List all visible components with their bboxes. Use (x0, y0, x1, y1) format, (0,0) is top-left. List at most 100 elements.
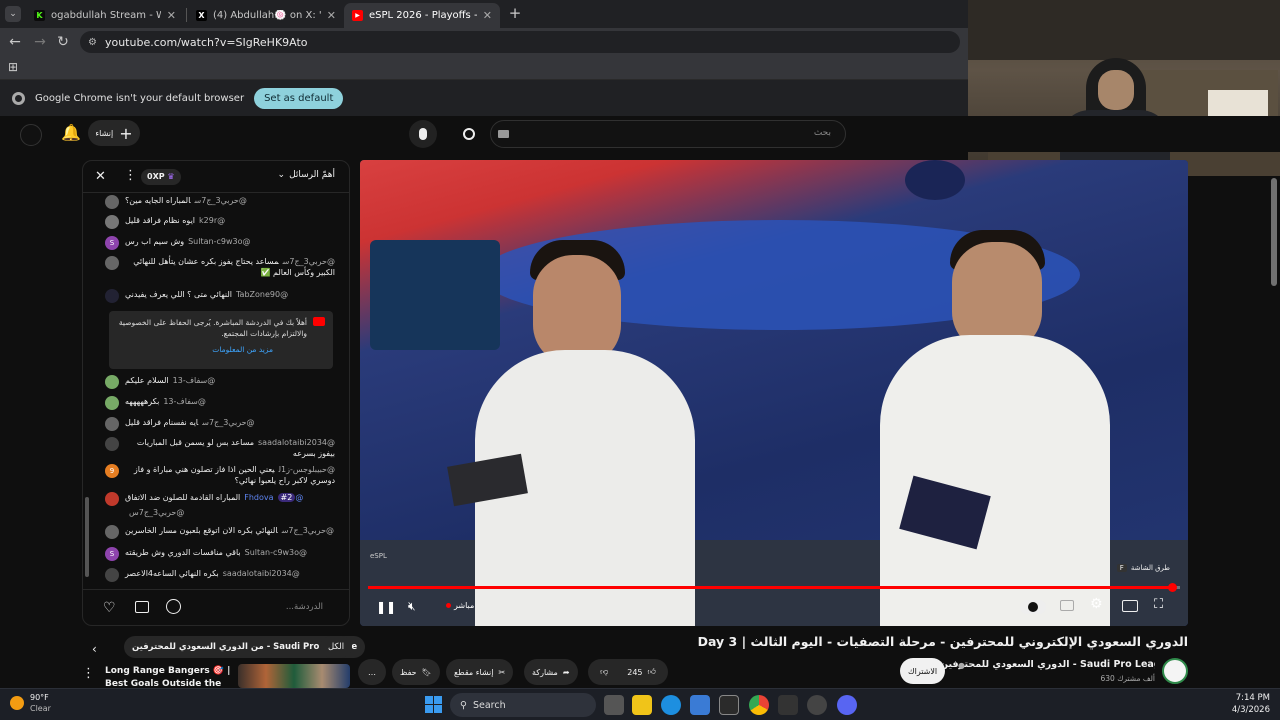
related-video-thumbnail[interactable] (238, 664, 350, 688)
chat-author[interactable]: @سفاف-13 (173, 376, 216, 385)
obs-icon[interactable] (807, 695, 827, 715)
pause-icon[interactable]: ❚❚ (376, 600, 396, 614)
theater-mode-icon[interactable] (1122, 600, 1138, 612)
subtitles-icon[interactable] (1060, 600, 1074, 611)
browser-tab-kick[interactable]: K ogabdullah Stream - Watch Live ✕ (26, 3, 184, 28)
avatar[interactable] (105, 195, 119, 209)
task-view-icon[interactable] (604, 695, 624, 715)
reload-icon[interactable]: ↻ (53, 32, 73, 52)
close-chat-icon[interactable]: ✕ (95, 169, 106, 184)
avatar[interactable] (105, 396, 119, 410)
create-button[interactable]: إنشاء + (88, 120, 140, 146)
browser-tab-x[interactable]: X (4) Abdullah🍥 on X: "E+ الساعه ✕ (188, 3, 344, 28)
close-tab-icon[interactable]: ✕ (327, 9, 336, 22)
xbox-icon[interactable] (778, 695, 798, 715)
chat-mode-dropdown[interactable]: ⌄ أهمّ الرسائل (278, 170, 335, 180)
browser-tab-youtube[interactable]: ▶ eSPL 2026 - Playoffs - Day 3 | ✕ (344, 3, 500, 28)
avatar[interactable] (105, 289, 119, 303)
channel-name[interactable]: الدوري السعودي للمحترفين - Saudi Pro Lea… (940, 659, 1155, 670)
chat-author[interactable]: @حربي3_ج7س (202, 418, 254, 427)
account-avatar[interactable] (20, 124, 42, 146)
weather-widget[interactable]: 90°F Clear (10, 692, 51, 714)
video-player[interactable]: eSPL طرق الشاشة F ❚❚ 🔇︎ مباشر ⚙ ⛶ (360, 160, 1188, 626)
learn-more-link[interactable]: مزيد من المعلومات (117, 344, 325, 355)
close-tab-icon[interactable]: ✕ (167, 9, 176, 22)
related-video-more-icon[interactable]: ⋮ (82, 666, 95, 681)
avatar[interactable] (105, 375, 119, 389)
chat-author[interactable]: @حربي3_ج7س (129, 508, 184, 517)
avatar[interactable] (105, 256, 119, 270)
chat-author[interactable]: @Sultan-c9w3o (245, 548, 307, 557)
page-scrollbar[interactable] (1270, 176, 1278, 688)
chat-author[interactable]: @سفاف-13 (163, 397, 206, 406)
more-actions-button[interactable]: … (358, 659, 386, 685)
chat-author[interactable]: @Fhdova (244, 493, 303, 502)
avatar[interactable] (105, 507, 119, 521)
avatar[interactable] (105, 525, 119, 539)
windows-start-icon[interactable] (425, 696, 442, 713)
related-video-title[interactable]: Long Range Bangers 🎯 | Best Goals Outsid… (105, 665, 235, 689)
new-tab-button[interactable]: + (506, 4, 524, 22)
share-button[interactable]: مشاركة ➦ (524, 659, 578, 685)
save-button[interactable]: حفظ 🔖︎ (392, 659, 440, 685)
chat-message-input[interactable]: الدردشة... (286, 602, 323, 612)
chat-author[interactable]: @حربي3_ج7س (282, 526, 334, 535)
mute-icon[interactable]: 🔇︎ (408, 599, 416, 614)
chips-prev-icon[interactable]: ‹ (92, 642, 97, 656)
chrome-icon[interactable] (749, 695, 769, 715)
dislike-icon[interactable]: 👎︎ (600, 667, 608, 677)
clip-button[interactable]: إنشاء مقطع ✂ (446, 659, 514, 685)
search-icon[interactable] (455, 120, 483, 148)
channel-avatar[interactable] (1162, 658, 1188, 684)
settings-gear-icon[interactable]: ⚙ (1090, 596, 1103, 612)
emoji-icon[interactable] (166, 599, 181, 614)
set-as-default-button[interactable]: Set as default (254, 87, 344, 109)
chat-author[interactable]: @Sultan-c9w3o (188, 237, 250, 246)
avatar[interactable]: 9 (105, 464, 119, 478)
progress-bar[interactable] (368, 583, 1180, 592)
avatar[interactable] (105, 215, 119, 229)
store-icon[interactable] (690, 695, 710, 715)
discord-icon[interactable] (837, 695, 857, 715)
address-bar[interactable]: ⚙ youtube.com/watch?v=SIgReHK9Ato (80, 31, 960, 53)
heart-icon[interactable]: ♡ (103, 600, 116, 616)
chat-author[interactable]: @حربي3_ج7س (283, 257, 335, 266)
like-icon[interactable]: 👍︎ (648, 667, 656, 677)
chat-author[interactable]: @حربي3_ج7س (195, 196, 247, 205)
file-explorer-icon[interactable] (632, 695, 652, 715)
super-chat-icon[interactable] (135, 601, 149, 613)
avatar[interactable]: S (105, 547, 119, 561)
avatar[interactable] (105, 437, 119, 451)
fullscreen-icon[interactable]: ⛶ (1154, 597, 1163, 612)
tab-search-dropdown[interactable]: ⌄ (5, 6, 21, 22)
back-arrow-icon[interactable]: ← (5, 32, 25, 52)
chat-author[interactable]: @saadalotaibi2034 (223, 569, 300, 578)
chat-author[interactable]: @TabZone90 (236, 290, 288, 299)
avatar[interactable] (105, 417, 119, 431)
voice-search-mic-icon[interactable] (409, 120, 437, 148)
avatar[interactable] (105, 568, 119, 582)
chip-all[interactable]: الكل (320, 636, 353, 658)
forward-arrow-icon[interactable]: → (30, 32, 50, 52)
chat-author[interactable]: @k29r (199, 216, 225, 225)
taskbar-search[interactable]: ⚲ Search (450, 693, 596, 717)
autoplay-toggle[interactable] (1020, 600, 1046, 614)
notifications-bell-icon[interactable]: 🔔 (61, 123, 81, 142)
live-badge[interactable]: مباشر (446, 601, 474, 610)
chat-author[interactable]: @saadalotaibi2034 (258, 438, 335, 447)
keyboard-icon[interactable] (498, 130, 509, 138)
apps-grid-icon[interactable]: ⊞ (8, 61, 20, 73)
search-input[interactable]: بحث (490, 120, 846, 148)
close-tab-icon[interactable]: ✕ (483, 9, 492, 22)
edge-icon[interactable] (661, 695, 681, 715)
subscribe-button[interactable]: الاشتراك (900, 658, 946, 684)
chat-more-icon[interactable]: ⋮ (124, 168, 137, 183)
avatar[interactable] (105, 492, 119, 506)
site-info-icon[interactable]: ⚙ (88, 37, 97, 48)
chat-scrollbar[interactable] (85, 197, 89, 587)
points-badge[interactable]: 0XP ♛ (141, 169, 181, 185)
clock[interactable]: 7:14 PM 4/3/2026 (1206, 692, 1270, 716)
app-icon[interactable] (719, 695, 739, 715)
chat-author[interactable]: @حبيبلوجس-ز1ل (279, 465, 335, 474)
progress-knob[interactable] (1167, 583, 1177, 592)
